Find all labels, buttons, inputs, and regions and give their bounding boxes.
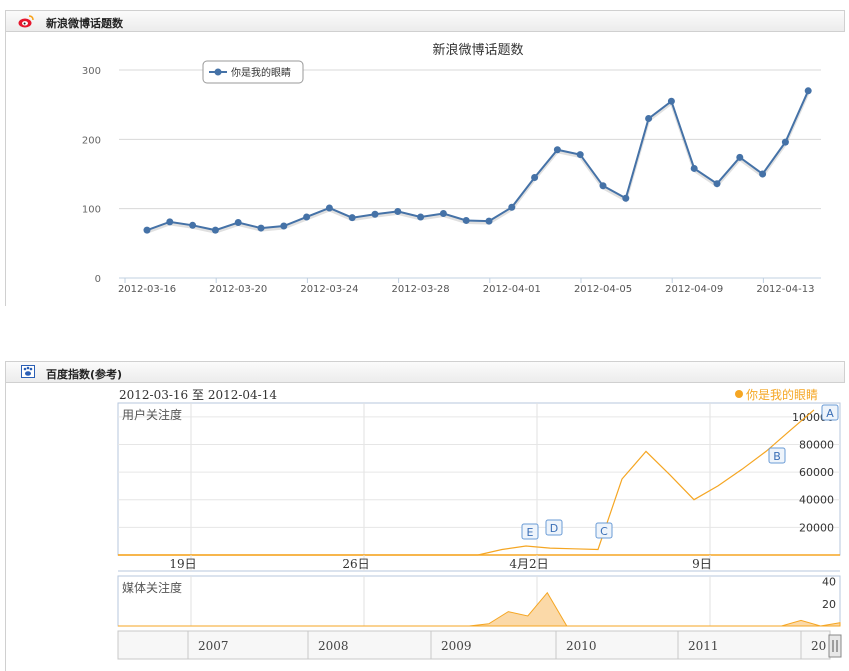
event-marker-label: D [550, 522, 558, 535]
timeline-year: 2009 [441, 639, 472, 653]
weibo-panel-header: 新浪微博话题数 [5, 10, 845, 32]
x-label: 4月2日 [509, 557, 548, 571]
data-point [462, 216, 470, 224]
timeline-year: 2008 [318, 639, 349, 653]
user-attention-label: 用户关注度 [122, 407, 182, 422]
series-line-shadow [146, 92, 810, 234]
user-y-label: 20000 [799, 521, 834, 534]
x-tick-label: 2012-03-24 [300, 284, 358, 295]
data-point [667, 97, 675, 105]
timeline-year: 20 [811, 639, 826, 653]
media-attention-label: 媒体关注度 [122, 580, 182, 595]
timeline-handle[interactable] [828, 634, 842, 658]
data-point [143, 226, 151, 234]
timeline-year: 2010 [566, 639, 597, 653]
media-y-label: 40 [822, 576, 836, 589]
data-point [622, 194, 630, 202]
user-y-label: 60000 [799, 466, 834, 479]
x-tick-label: 2012-04-05 [574, 284, 632, 295]
x-tick-label: 2012-03-16 [118, 284, 176, 295]
event-marker-e: E [521, 523, 539, 540]
data-point [303, 213, 311, 221]
event-marker-c: C [595, 522, 613, 539]
data-point [371, 210, 379, 218]
date-range: 2012-03-16 至 2012-04-14 [119, 388, 277, 402]
weibo-panel-title: 新浪微博话题数 [46, 17, 123, 30]
event-marker-label: E [527, 526, 534, 539]
data-point [348, 214, 356, 222]
x-tick-label: 2012-03-28 [392, 284, 450, 295]
event-marker-label: C [600, 525, 608, 538]
baidu-paw-icon [21, 365, 35, 378]
weibo-panel-body: 新浪微博话题数 0 100 200 300 2012-03-16 2012-03-20 201… [5, 32, 845, 306]
legend-label: 你是我的眼睛 [231, 66, 291, 79]
baidu-chart: 2012-03-16 至 2012-04-14 你是我的眼睛10000080000… [117, 387, 842, 660]
user-y-label: 80000 [799, 438, 834, 451]
data-point [325, 204, 333, 212]
baidu-panel-body: 2012-03-16 至 2012-04-14 你是我的眼睛 100000 80000… [5, 383, 845, 671]
data-point [759, 170, 767, 178]
media-frame [117, 575, 841, 627]
x-tick-label: 2012-04-01 [483, 284, 541, 295]
data-point [553, 146, 561, 154]
baidu-panel-title: 百度指数(参考) [46, 368, 123, 381]
y-tick-label: 100 [82, 205, 101, 216]
data-point [690, 164, 698, 172]
user-y-label: 40000 [799, 494, 834, 507]
data-point [736, 153, 744, 161]
data-point [280, 222, 288, 230]
series-line [146, 90, 810, 232]
event-marker-d: D [545, 519, 563, 536]
x-tick-label: 2012-03-20 [209, 284, 267, 295]
data-point [166, 218, 174, 226]
data-point [417, 213, 425, 221]
x-label: 26日 [342, 557, 369, 571]
data-point [234, 219, 242, 227]
legend: 你是我的眼睛 [202, 60, 304, 84]
y-tick-label: 300 [82, 66, 101, 77]
timeline-handle-box [828, 634, 842, 658]
data-point [439, 210, 447, 218]
event-marker-label: A [826, 407, 834, 420]
weibo-icon [18, 15, 34, 28]
data-point [645, 115, 653, 123]
data-point [599, 182, 607, 190]
media-y-label: 20 [822, 598, 836, 611]
y-tick-label: 200 [82, 135, 101, 146]
data-point [781, 138, 789, 146]
x-label: 19日 [169, 557, 196, 571]
baidu-panel-header: 百度指数(参考) [5, 361, 845, 383]
timeline-year: 2011 [688, 639, 719, 653]
x-tick-label: 2012-04-09 [665, 284, 723, 295]
data-point [804, 87, 812, 95]
data-point [713, 180, 721, 188]
legend-dot [735, 390, 743, 398]
data-point [485, 217, 493, 225]
data-point [508, 203, 516, 211]
timeline-year: 2007 [198, 639, 229, 653]
event-marker-label: B [773, 450, 781, 463]
x-tick-label: 2012-04-13 [756, 284, 814, 295]
x-label: 9日 [692, 557, 712, 571]
chart-title: 新浪微博话题数 [432, 42, 523, 58]
weibo-chart: 新浪微博话题数 0 100 200 300 2012-03-16 2012-03-20 201… [82, 42, 821, 295]
data-point [257, 224, 265, 232]
y-tick-label: 0 [95, 274, 101, 285]
event-marker-a: A [821, 404, 839, 421]
data-point [189, 221, 197, 229]
event-marker-b: B [768, 447, 786, 464]
legend-marker [214, 68, 222, 76]
user-frame [117, 402, 841, 556]
legend-label: 你是我的眼睛 [746, 387, 818, 402]
data-point [576, 151, 584, 159]
data-point [211, 226, 219, 234]
data-point [531, 173, 539, 181]
data-point [394, 207, 402, 215]
